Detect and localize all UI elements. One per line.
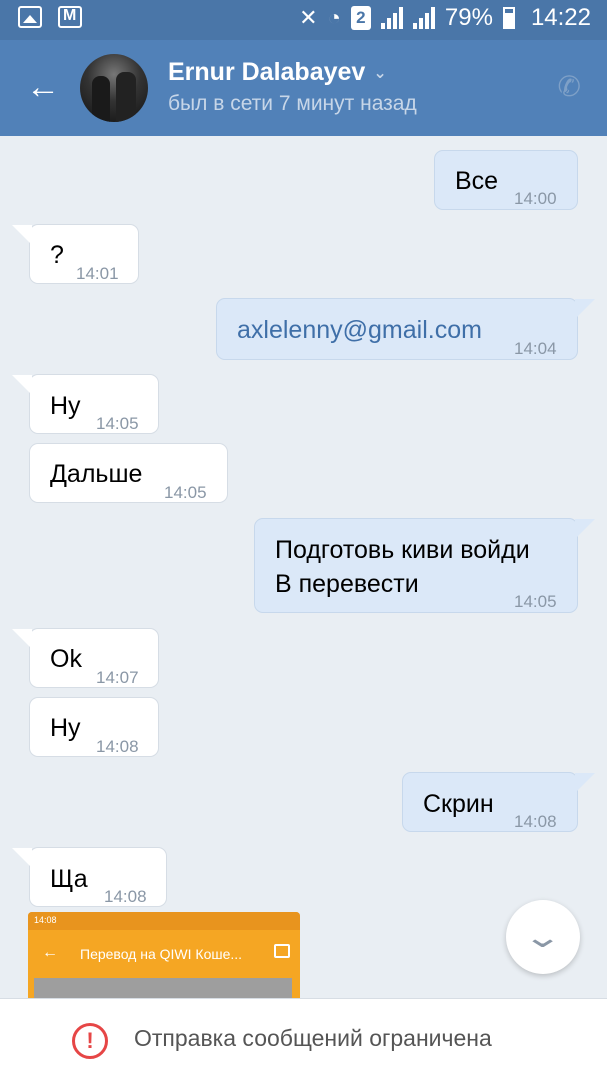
message-text: ? [50, 241, 64, 269]
message-text-line: В перевести [275, 570, 419, 598]
clock: 14:22 [530, 4, 591, 31]
preview-content [34, 978, 292, 1000]
message-bubble[interactable]: Дальше 14:05 [29, 443, 228, 503]
message-time: 14:07 [96, 668, 139, 687]
avatar[interactable] [80, 54, 148, 122]
message-text: Ща [50, 865, 88, 893]
message-bubble[interactable]: Скрин 14:08 [402, 772, 595, 832]
message-time: 14:05 [96, 414, 139, 433]
message-bubble[interactable]: Подготовь киви войди В перевести 14:05 [254, 518, 595, 613]
message-bubble[interactable]: Ok 14:07 [12, 628, 159, 688]
contact-name-label: Ernur Dalabayev [168, 58, 366, 86]
signal-icon [380, 7, 403, 29]
chevron-down-icon: ⌄ [522, 920, 564, 954]
message-bubble[interactable]: Ну 14:05 [12, 374, 159, 434]
message-time: 14:08 [104, 887, 147, 906]
preview-status-bar: 14:08 [28, 912, 300, 930]
message-time: 14:05 [514, 592, 557, 611]
chat-header: ← Ernur Dalabayev ⌄ был в сети 7 минут н… [0, 40, 607, 136]
message-text: Ну [50, 392, 81, 420]
mail-icon [58, 6, 82, 28]
preview-time: 14:08 [34, 915, 57, 925]
message-time: 14:08 [96, 737, 139, 756]
scroll-down-button[interactable]: ⌄ [506, 900, 580, 974]
phone-icon[interactable]: ✆ [558, 70, 581, 103]
last-seen-status: был в сети 7 минут назад [168, 92, 417, 115]
mute-icon: ✕ [299, 5, 318, 30]
email-link[interactable]: axlelenny@gmail.com [237, 313, 482, 347]
battery-percent: 79% [444, 4, 493, 31]
battery-icon [502, 7, 515, 29]
message-bubble[interactable]: axlelenny@gmail.com 14:04 [216, 298, 595, 360]
wifi-icon: ◔ [327, 5, 341, 30]
signal-icon [412, 7, 435, 29]
preview-toolbar: ← Перевод на QIWI Коше... [28, 934, 300, 976]
message-time: 14:04 [514, 339, 557, 358]
message-bubble[interactable]: Ща 14:08 [12, 847, 167, 907]
back-arrow-icon[interactable]: ← [26, 70, 60, 104]
restricted-notice-text: Отправка сообщений ограничена [134, 1025, 492, 1051]
preview-back-icon: ← [42, 944, 58, 961]
preview-title: Перевод на QIWI Коше... [80, 946, 243, 962]
message-time: 14:00 [514, 189, 557, 208]
preview-chat-icon [274, 944, 290, 958]
message-text: Скрин [423, 790, 494, 818]
screenshot-attachment[interactable]: 14:08 ← Перевод на QIWI Коше... [28, 912, 300, 1000]
message-text-line: Подготовь киви войди [275, 536, 530, 564]
sim2-badge: 2 [350, 6, 371, 30]
warning-icon: ! [72, 1023, 108, 1059]
gallery-icon [18, 6, 42, 28]
message-time: 14:05 [164, 483, 207, 502]
message-text: Ok [50, 645, 82, 673]
message-time: 14:01 [76, 264, 119, 283]
status-bar: ✕ ◔ 2 79% 14:22 [0, 0, 607, 40]
chevron-down-icon[interactable]: ⌄ [373, 63, 386, 83]
message-bubble[interactable]: Ну 14:08 [29, 697, 159, 757]
restricted-notice-bar: ! Отправка сообщений ограничена [0, 998, 607, 1080]
message-bubble[interactable]: Все 14:00 [434, 150, 578, 210]
contact-name[interactable]: Ernur Dalabayev ⌄ [168, 58, 387, 87]
message-time: 14:08 [514, 812, 557, 831]
message-text: Дальше [50, 460, 143, 488]
message-bubble[interactable]: ? 14:01 [12, 224, 139, 284]
message-text: Ну [50, 714, 81, 742]
message-text: Все [455, 167, 499, 195]
